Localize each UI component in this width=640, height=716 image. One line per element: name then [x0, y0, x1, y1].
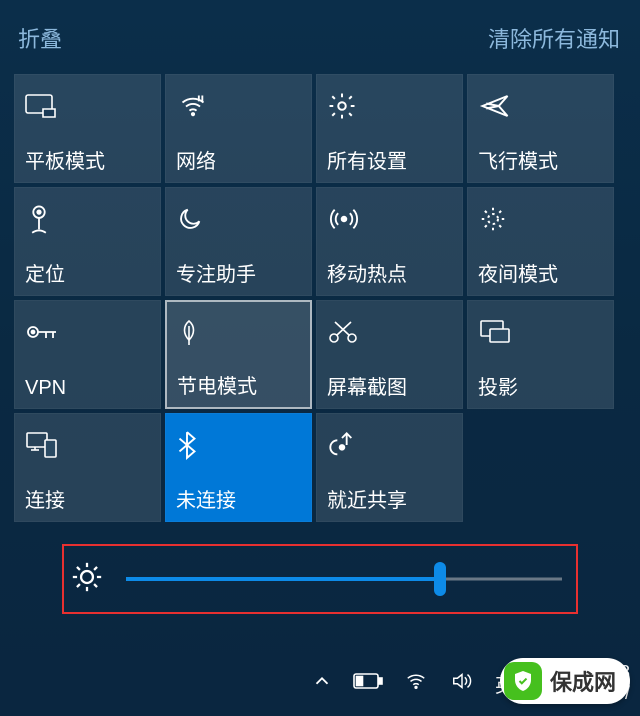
brightness-slider[interactable] [126, 559, 562, 599]
tile-label: 平板模式 [25, 145, 150, 174]
night-light-icon [478, 200, 603, 238]
tile-label: 飞行模式 [478, 145, 603, 174]
share-icon [327, 426, 452, 464]
tile-network[interactable]: 网络 [165, 74, 312, 183]
tile-tablet-mode[interactable]: 平板模式 [14, 74, 161, 183]
vpn-icon [25, 313, 150, 351]
tile-focus-assist[interactable]: 专注助手 [165, 187, 312, 296]
tile-label: 定位 [25, 258, 150, 287]
chevron-up-icon[interactable] [311, 670, 333, 697]
clear-all-link[interactable]: 清除所有通知 [488, 22, 620, 54]
volume-icon[interactable] [449, 670, 475, 697]
wifi-icon [176, 87, 301, 125]
tile-location[interactable]: 定位 [14, 187, 161, 296]
gear-icon [327, 87, 452, 125]
tile-label: 夜间模式 [478, 258, 603, 287]
tile-label: 节电模式 [177, 370, 300, 399]
tile-label: 连接 [25, 484, 150, 513]
bluetooth-icon [176, 426, 301, 464]
tile-hotspot[interactable]: 移动热点 [316, 187, 463, 296]
wifi-icon[interactable] [403, 670, 429, 697]
tile-label: 移动热点 [327, 258, 452, 287]
brightness-slider-container [62, 544, 578, 614]
tile-label: 就近共享 [327, 484, 452, 513]
airplane-icon [478, 87, 603, 125]
brightness-icon [70, 560, 104, 599]
snip-icon [327, 313, 452, 351]
tile-label: VPN [25, 377, 150, 400]
tile-vpn[interactable]: VPN [14, 300, 161, 409]
tile-airplane-mode[interactable]: 飞行模式 [467, 74, 614, 183]
tablet-icon [25, 87, 150, 125]
tile-connect[interactable]: 连接 [14, 413, 161, 522]
tile-bluetooth[interactable]: 未连接 [165, 413, 312, 522]
tile-night-light[interactable]: 夜间模式 [467, 187, 614, 296]
location-icon [25, 200, 150, 238]
moon-icon [176, 200, 301, 238]
tile-label: 屏幕截图 [327, 371, 452, 400]
project-icon [478, 313, 603, 351]
tile-label: 投影 [478, 371, 603, 400]
tile-label: 所有设置 [327, 145, 452, 174]
watermark-shield-icon [504, 662, 542, 700]
tile-all-settings[interactable]: 所有设置 [316, 74, 463, 183]
connect-icon [25, 426, 150, 464]
tile-battery-saver[interactable]: 节电模式 [165, 300, 312, 409]
tile-label: 专注助手 [176, 258, 301, 287]
watermark: 保成网 [500, 658, 630, 704]
leaf-icon [177, 314, 300, 352]
tile-label: 网络 [176, 145, 301, 174]
quick-action-tiles: 平板模式网络所有设置飞行模式定位专注助手移动热点夜间模式 VPN 节电模式屏幕截图投… [0, 64, 640, 522]
battery-icon[interactable] [353, 671, 383, 696]
tile-project[interactable]: 投影 [467, 300, 614, 409]
tile-label: 未连接 [176, 484, 301, 513]
hotspot-icon [327, 200, 452, 238]
tile-snip[interactable]: 屏幕截图 [316, 300, 463, 409]
tile-nearby-share[interactable]: 就近共享 [316, 413, 463, 522]
watermark-text: 保成网 [550, 665, 616, 697]
collapse-link[interactable]: 折叠 [18, 22, 62, 54]
